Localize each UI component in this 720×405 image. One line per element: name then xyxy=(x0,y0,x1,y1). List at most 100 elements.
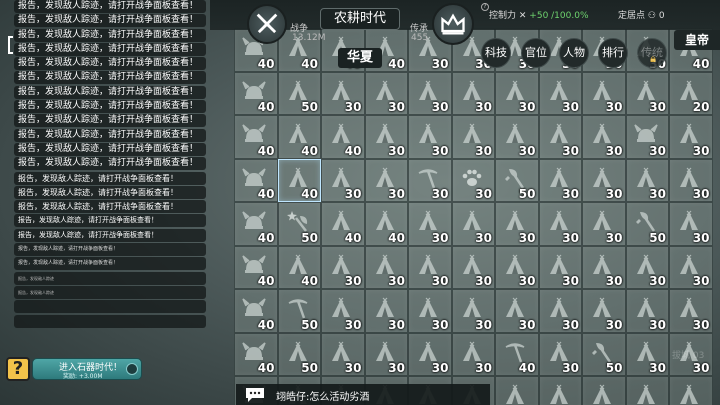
map-tile[interactable]: 40 xyxy=(234,245,278,289)
map-tile[interactable]: 30 xyxy=(408,332,452,376)
map-tile[interactable]: 30 xyxy=(669,376,713,405)
map-tile[interactable]: 30 xyxy=(669,115,713,159)
map-tile[interactable]: 30 xyxy=(408,71,452,115)
map-tile[interactable]: 30 xyxy=(625,158,669,202)
emperor-badge[interactable]: 皇帝 xyxy=(674,30,720,50)
map-tile[interactable]: 30 xyxy=(451,332,495,376)
map-tile[interactable]: 30 xyxy=(451,158,495,202)
map-tile[interactable]: 30 xyxy=(495,71,539,115)
war-button[interactable] xyxy=(247,4,287,44)
map-tile[interactable]: 30 xyxy=(321,289,365,333)
map-tile[interactable]: 30 xyxy=(495,115,539,159)
map-tile[interactable]: 20 xyxy=(669,71,713,115)
map-tile[interactable]: 30 xyxy=(582,245,626,289)
map-tile[interactable]: 50 xyxy=(277,71,321,115)
map-tile[interactable]: 30 xyxy=(625,289,669,333)
map-tile[interactable]: 30 xyxy=(538,202,582,246)
map-tile[interactable]: 40 xyxy=(234,71,278,115)
map-tile[interactable]: 50 xyxy=(277,289,321,333)
map-tile[interactable]: 30 xyxy=(669,289,713,333)
map-tile[interactable]: 50 xyxy=(277,202,321,246)
map-tile[interactable]: 40 xyxy=(277,245,321,289)
map-tile[interactable]: 30 xyxy=(495,202,539,246)
crown-icon xyxy=(441,13,465,35)
map-tile[interactable]: 30 xyxy=(451,289,495,333)
map-tile[interactable]: 40 xyxy=(495,332,539,376)
map-tile[interactable]: 40 xyxy=(277,115,321,159)
tradition-button[interactable]: 传统 🔒︎ xyxy=(637,38,667,68)
map-tile[interactable]: 30 xyxy=(669,202,713,246)
legacy-button[interactable] xyxy=(432,3,474,45)
map-tile[interactable]: 30 xyxy=(538,332,582,376)
map-tile[interactable]: 30 xyxy=(582,71,626,115)
map-tile[interactable]: 30 xyxy=(408,289,452,333)
map-tile[interactable]: 30 xyxy=(364,332,408,376)
map-tile[interactable]: 30 xyxy=(451,245,495,289)
swords-small-icon: ✕ xyxy=(518,11,530,21)
map-tile[interactable]: 40 xyxy=(234,158,278,202)
map-tile[interactable]: 30 xyxy=(538,376,582,405)
map-tile[interactable]: 30 xyxy=(582,115,626,159)
people-button[interactable]: 人物 xyxy=(559,38,589,68)
log-line: 报告，发现敌人踪迹，请打开战争面板查看！ xyxy=(14,185,206,199)
tile-value: 40 xyxy=(301,143,318,158)
officials-button[interactable]: 官位 xyxy=(521,38,551,68)
map-tile[interactable]: 50 xyxy=(277,332,321,376)
map-tile[interactable]: 30 xyxy=(451,115,495,159)
map-tile[interactable]: 30 xyxy=(538,71,582,115)
map-tile[interactable]: 40 xyxy=(277,158,321,202)
map-tile[interactable]: 30 xyxy=(321,71,365,115)
map-tile[interactable]: 40 xyxy=(234,332,278,376)
map-tile[interactable]: 40 xyxy=(321,202,365,246)
map-tile[interactable]: 30 xyxy=(321,158,365,202)
map-tile[interactable]: 30 xyxy=(669,158,713,202)
map-tile[interactable]: 30 xyxy=(364,158,408,202)
map-tile[interactable]: 30 xyxy=(625,71,669,115)
map-tile[interactable]: 50 xyxy=(625,202,669,246)
map-tile[interactable]: 30 xyxy=(321,332,365,376)
tech-button[interactable]: 科技 xyxy=(481,38,511,68)
map-tile[interactable]: 40 xyxy=(364,202,408,246)
advance-era-button[interactable]: 进入石器时代！ 奖励: +3.00M xyxy=(32,358,142,380)
map-tile[interactable]: 30 xyxy=(451,202,495,246)
map-tile[interactable]: 30 xyxy=(321,245,365,289)
map-tile[interactable]: 30 xyxy=(538,245,582,289)
chat-bar[interactable]: 翊皓仔:怎么活动劣酒 xyxy=(236,384,490,405)
map-tile[interactable]: 30 xyxy=(408,115,452,159)
map-tile[interactable]: 30 xyxy=(582,158,626,202)
map-tile[interactable]: 30 xyxy=(582,289,626,333)
map-tile[interactable]: 30 xyxy=(364,115,408,159)
map-tile[interactable]: 30 xyxy=(364,71,408,115)
map-tile[interactable]: 30 xyxy=(582,376,626,405)
map-tile[interactable]: 30 xyxy=(582,202,626,246)
map-tile[interactable]: 30 xyxy=(538,289,582,333)
map-tile[interactable]: 50 xyxy=(495,158,539,202)
map-tile[interactable]: 30 xyxy=(625,245,669,289)
help-button[interactable]: ? xyxy=(6,357,30,381)
axe-icon xyxy=(635,212,655,232)
crossed-swords-icon xyxy=(256,13,278,34)
map-tile[interactable]: 40 xyxy=(321,115,365,159)
map-tile[interactable]: 30 xyxy=(364,245,408,289)
map-tile[interactable]: 30 xyxy=(408,158,452,202)
map-tile[interactable]: 30 xyxy=(408,245,452,289)
map-tile[interactable]: 40 xyxy=(234,202,278,246)
ranking-button[interactable]: 排行 xyxy=(598,38,628,68)
map-tile[interactable]: 30 xyxy=(669,245,713,289)
map-tile[interactable]: 30 xyxy=(625,376,669,405)
map-tile[interactable]: 30 xyxy=(495,376,539,405)
map-tile[interactable]: 40 xyxy=(234,289,278,333)
map-tile[interactable]: 40 xyxy=(234,115,278,159)
map-tile[interactable]: 30 xyxy=(625,115,669,159)
event-log[interactable]: 报告，发现敌人踪迹，请打开战争面板查看！ 报告，发现敌人踪迹，请打开战争面板查看！… xyxy=(14,0,206,329)
map-tile[interactable]: 50 xyxy=(582,332,626,376)
map-tile[interactable]: 30 xyxy=(364,289,408,333)
info-icon[interactable]: ? xyxy=(481,3,489,11)
map-tile[interactable]: 30 xyxy=(495,289,539,333)
map-tile[interactable]: 30 xyxy=(538,158,582,202)
map-tile[interactable]: 30 xyxy=(538,115,582,159)
map-tile[interactable]: 30 xyxy=(408,202,452,246)
map-tile[interactable]: 30 xyxy=(495,245,539,289)
map-tile[interactable]: 30 xyxy=(625,332,669,376)
map-tile[interactable]: 30 xyxy=(451,71,495,115)
